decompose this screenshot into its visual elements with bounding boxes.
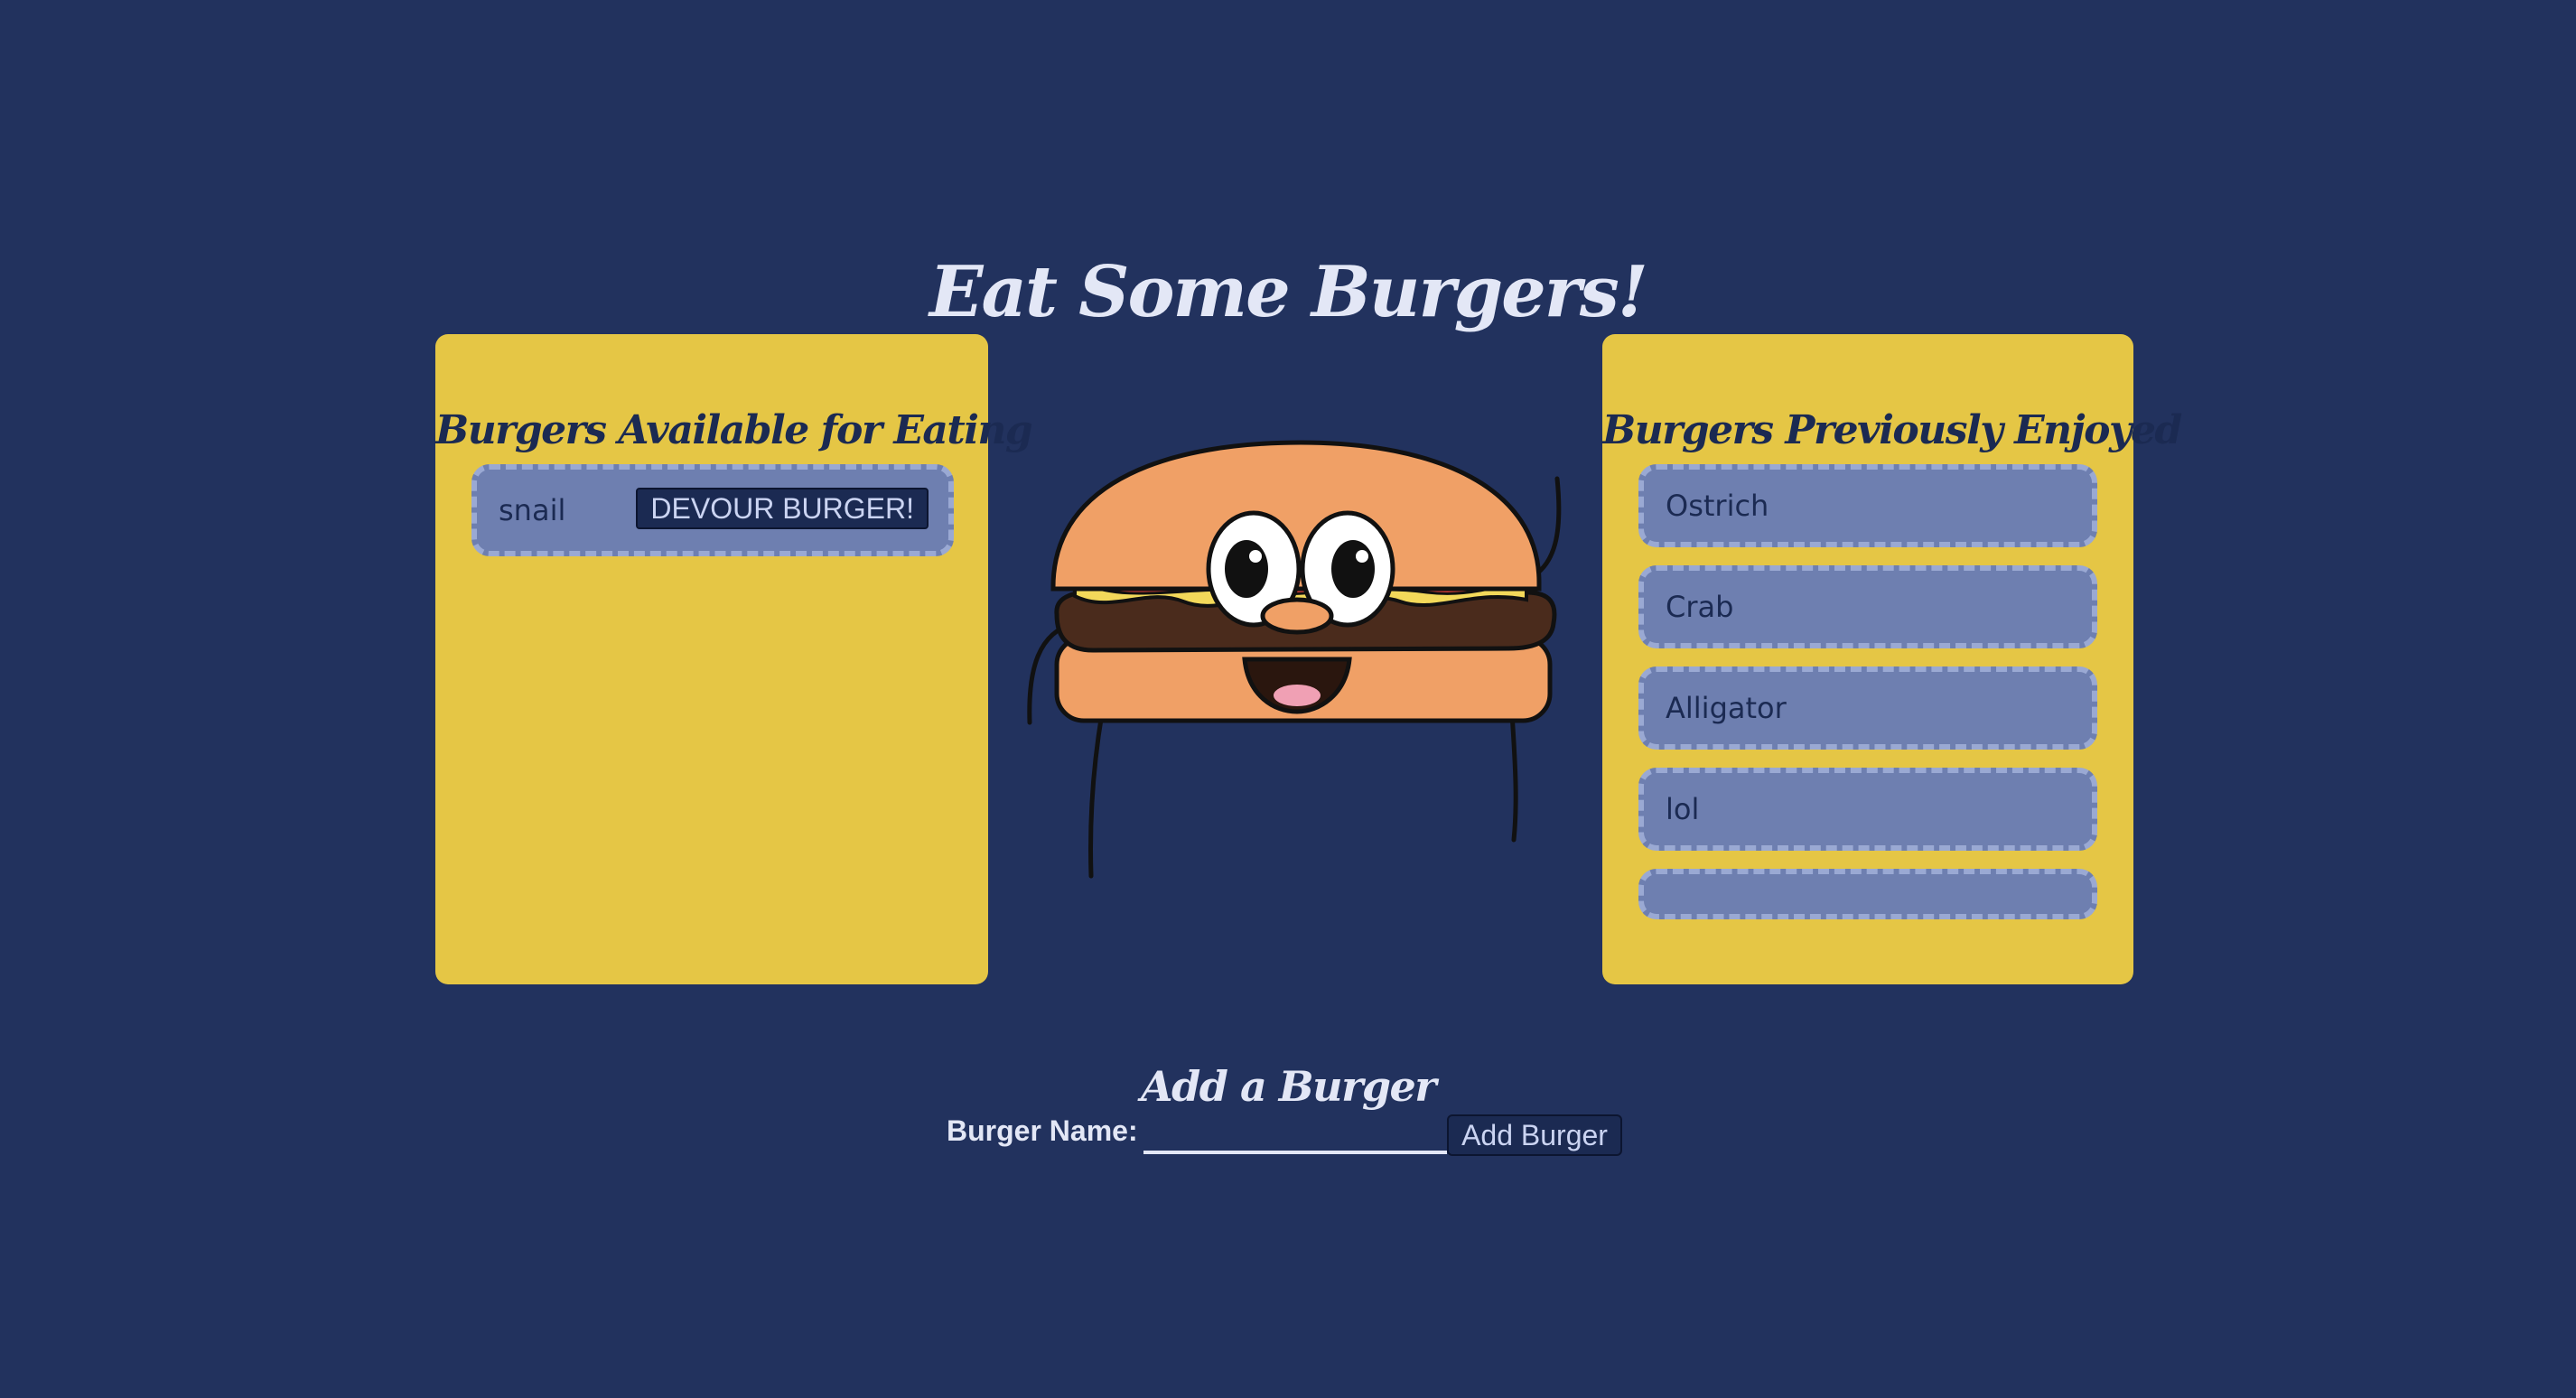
available-burger-item: snail DEVOUR BURGER! — [471, 464, 954, 556]
enjoyed-burger-item: lol — [1638, 768, 2097, 851]
burger-mascot-icon — [1021, 424, 1581, 894]
burger-name: Crab — [1666, 590, 1734, 624]
enjoyed-burger-item: Alligator — [1638, 666, 2097, 750]
page-title: Eat Some Burgers! — [929, 251, 1648, 334]
enjoyed-burger-item: Ostrich — [1638, 464, 2097, 547]
burger-name: snail — [499, 493, 566, 527]
enjoyed-burgers-panel: Burgers Previously Enjoyed Ostrich Crab … — [1602, 334, 2182, 984]
enjoyed-burgers-heading: Burgers Previously Enjoyed — [1602, 406, 2182, 453]
available-burgers-panel: Burgers Available for Eating snail DEVOU… — [435, 334, 1033, 984]
add-burger-button[interactable]: Add Burger — [1447, 1114, 1622, 1156]
enjoyed-burger-item — [1638, 869, 2097, 919]
enjoyed-burger-item: Crab — [1638, 565, 2097, 648]
add-burger-heading: Add a Burger — [1140, 1062, 1437, 1112]
burger-name-input[interactable] — [1143, 1113, 1447, 1154]
burger-name: Ostrich — [1666, 489, 1769, 523]
available-burgers-heading: Burgers Available for Eating — [435, 406, 1033, 453]
burger-name: Alligator — [1666, 691, 1787, 725]
burger-name: lol — [1666, 792, 1700, 826]
devour-burger-button[interactable]: DEVOUR BURGER! — [636, 488, 929, 529]
burger-name-label: Burger Name: — [947, 1114, 1138, 1147]
